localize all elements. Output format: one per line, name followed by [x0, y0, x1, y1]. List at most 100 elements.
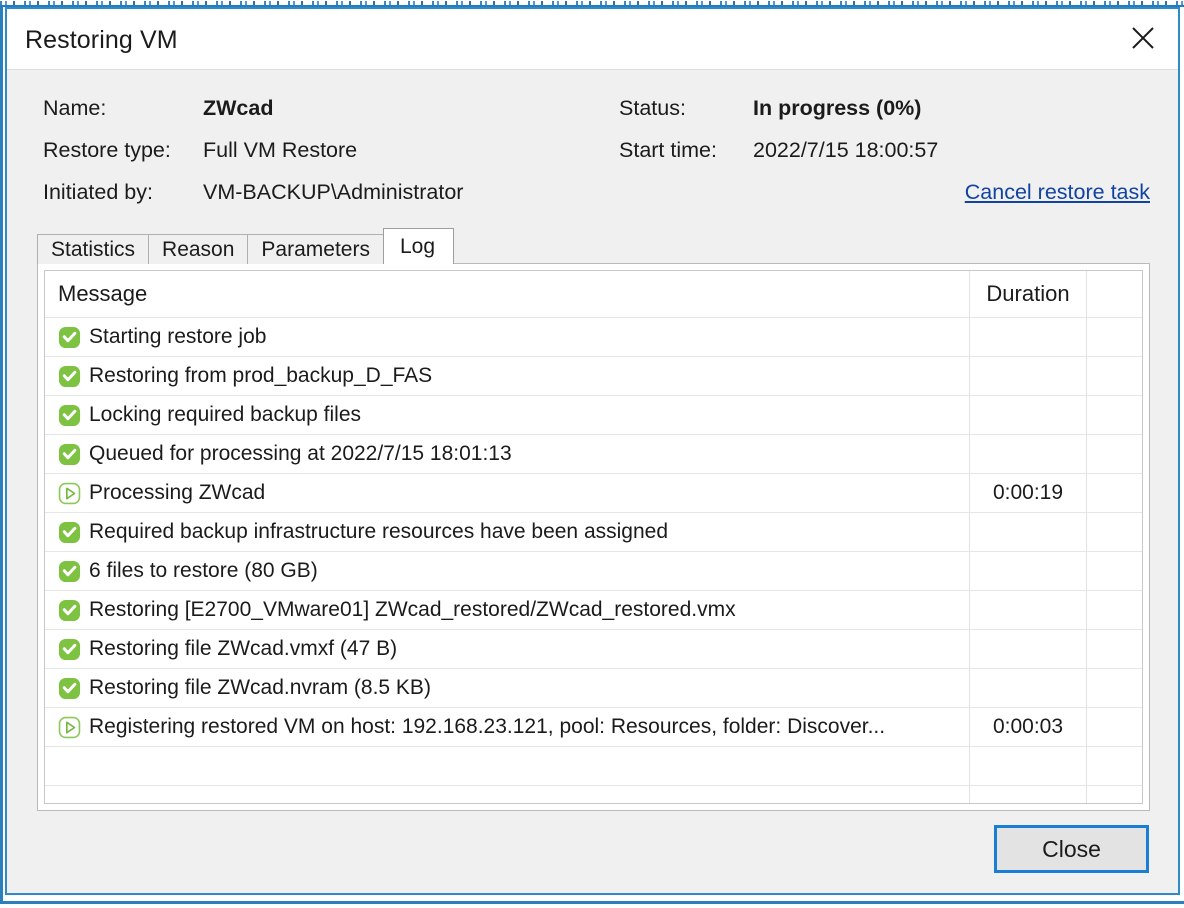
log-message-text: Restoring from prod_backup_D_FAS	[89, 364, 433, 387]
log-filler-cell	[1087, 669, 1142, 707]
dialog-titlebar: Restoring VM	[7, 9, 1178, 69]
restore-type-label: Restore type:	[43, 138, 171, 162]
log-empty-message-cell	[45, 786, 970, 803]
success-check-icon	[58, 638, 81, 660]
log-message-cell: Restoring [E2700_VMware01] ZWcad_restore…	[45, 591, 970, 629]
log-message-cell: Processing ZWcad	[45, 474, 970, 512]
log-message-text: Starting restore job	[89, 325, 267, 348]
status-label: Status:	[619, 96, 686, 120]
log-message-cell: Restoring from prod_backup_D_FAS	[45, 357, 970, 395]
log-filler-cell	[1087, 318, 1142, 356]
table-row[interactable]: Restoring [E2700_VMware01] ZWcad_restore…	[45, 591, 1142, 630]
log-grid[interactable]: Message Duration Starting restore job Re…	[44, 270, 1143, 804]
initiated-by-label: Initiated by:	[43, 180, 153, 204]
column-header-message: Message	[58, 281, 148, 306]
log-duration-text: 0:00:03	[992, 715, 1064, 738]
log-filler-cell	[1087, 591, 1142, 629]
tab-parameters[interactable]: Parameters	[247, 234, 384, 264]
log-message-cell: Locking required backup files	[45, 396, 970, 434]
success-check-icon	[58, 599, 81, 621]
log-message-text: 6 files to restore (80 GB)	[89, 559, 318, 582]
log-duration-cell	[970, 630, 1087, 668]
log-message-text: Processing ZWcad	[89, 481, 266, 504]
log-filler-cell	[1087, 474, 1142, 512]
log-message-text: Registering restored VM on host: 192.168…	[89, 715, 886, 738]
log-duration-cell	[970, 318, 1087, 356]
close-x-icon[interactable]	[1114, 9, 1172, 67]
close-button[interactable]: Close	[994, 825, 1149, 873]
log-duration-cell	[970, 435, 1087, 473]
table-row[interactable]: Processing ZWcad 0:00:19	[45, 474, 1142, 513]
log-duration-cell	[970, 552, 1087, 590]
tab-statistics[interactable]: Statistics	[37, 234, 150, 264]
log-message-cell: Queued for processing at 2022/7/15 18:01…	[45, 435, 970, 473]
log-message-cell: 6 files to restore (80 GB)	[45, 552, 970, 590]
table-row[interactable]: Required backup infrastructure resources…	[45, 513, 1142, 552]
log-filler-cell	[1087, 708, 1142, 746]
table-row[interactable]: Registering restored VM on host: 192.168…	[45, 708, 1142, 747]
table-row[interactable]: Queued for processing at 2022/7/15 18:01…	[45, 435, 1142, 474]
column-header-duration: Duration	[986, 281, 1070, 306]
tab-log[interactable]: Log	[382, 228, 455, 264]
column-header-filler	[1087, 271, 1142, 317]
name-value: ZWcad	[203, 96, 274, 120]
start-time-label: Start time:	[619, 138, 717, 162]
restore-type-value: Full VM Restore	[203, 138, 358, 162]
column-header-message-cell[interactable]: Message	[45, 271, 970, 317]
table-row[interactable]: 6 files to restore (80 GB)	[45, 552, 1142, 591]
log-empty-filler-cell	[1087, 747, 1142, 785]
log-filler-cell	[1087, 396, 1142, 434]
tab-reason[interactable]: Reason	[148, 234, 249, 264]
in-progress-play-icon	[58, 482, 81, 504]
log-empty-filler-cell	[1087, 786, 1142, 803]
tabstrip: Statistics Reason Parameters Log	[37, 228, 1150, 264]
log-message-cell: Restoring file ZWcad.vmxf (47 B)	[45, 630, 970, 668]
log-duration-cell	[970, 357, 1087, 395]
in-progress-play-icon	[58, 716, 81, 738]
log-filler-cell	[1087, 435, 1142, 473]
background-window-strip	[0, 0, 1184, 7]
background-window-left-edge	[0, 7, 3, 901]
column-header-duration-cell[interactable]: Duration	[970, 271, 1087, 317]
log-filler-cell	[1087, 513, 1142, 551]
dialog-footer: Close	[7, 811, 1178, 893]
success-check-icon	[58, 677, 81, 699]
log-duration-cell: 0:00:19	[970, 474, 1087, 512]
log-tab-panel: Message Duration Starting restore job Re…	[37, 263, 1150, 811]
table-row[interactable]: Restoring file ZWcad.nvram (8.5 KB)	[45, 669, 1142, 708]
log-duration-cell: 0:00:03	[970, 708, 1087, 746]
log-duration-cell	[970, 669, 1087, 707]
success-check-icon	[58, 521, 81, 543]
log-duration-text: 0:00:19	[992, 481, 1064, 504]
tabs-container: Statistics Reason Parameters Log Message…	[7, 228, 1178, 811]
log-duration-cell	[970, 591, 1087, 629]
log-filler-cell	[1087, 552, 1142, 590]
log-filler-cell	[1087, 357, 1142, 395]
log-message-text: Restoring [E2700_VMware01] ZWcad_restore…	[89, 598, 736, 621]
table-row[interactable]: Locking required backup files	[45, 396, 1142, 435]
restore-info-panel: Name: ZWcad Restore type: Full VM Restor…	[7, 69, 1178, 228]
table-row[interactable]: Restoring from prod_backup_D_FAS	[45, 357, 1142, 396]
log-filler-cell	[1087, 630, 1142, 668]
log-message-text: Restoring file ZWcad.nvram (8.5 KB)	[89, 676, 431, 699]
success-check-icon	[58, 404, 81, 426]
success-check-icon	[58, 560, 81, 582]
log-empty-row	[45, 747, 1142, 786]
log-message-text: Restoring file ZWcad.vmxf (47 B)	[89, 637, 398, 660]
cancel-restore-task-link[interactable]: Cancel restore task	[965, 180, 1150, 205]
start-time-value: 2022/7/15 18:00:57	[753, 138, 939, 162]
dialog-title: Restoring VM	[25, 26, 178, 54]
log-empty-duration-cell	[970, 747, 1087, 785]
log-message-cell: Required backup infrastructure resources…	[45, 513, 970, 551]
table-row[interactable]: Restoring file ZWcad.vmxf (47 B)	[45, 630, 1142, 669]
status-value: In progress (0%)	[753, 96, 922, 120]
log-duration-cell	[970, 513, 1087, 551]
restoring-vm-dialog: Restoring VM Name: ZWcad Restore type: F…	[5, 7, 1180, 895]
table-row[interactable]: Starting restore job	[45, 318, 1142, 357]
log-empty-duration-cell	[970, 786, 1087, 803]
name-label: Name:	[43, 96, 107, 120]
log-grid-header-row: Message Duration	[45, 271, 1142, 318]
success-check-icon	[58, 443, 81, 465]
background-window-bottom-edge	[0, 901, 1184, 904]
log-message-cell: Registering restored VM on host: 192.168…	[45, 708, 970, 746]
